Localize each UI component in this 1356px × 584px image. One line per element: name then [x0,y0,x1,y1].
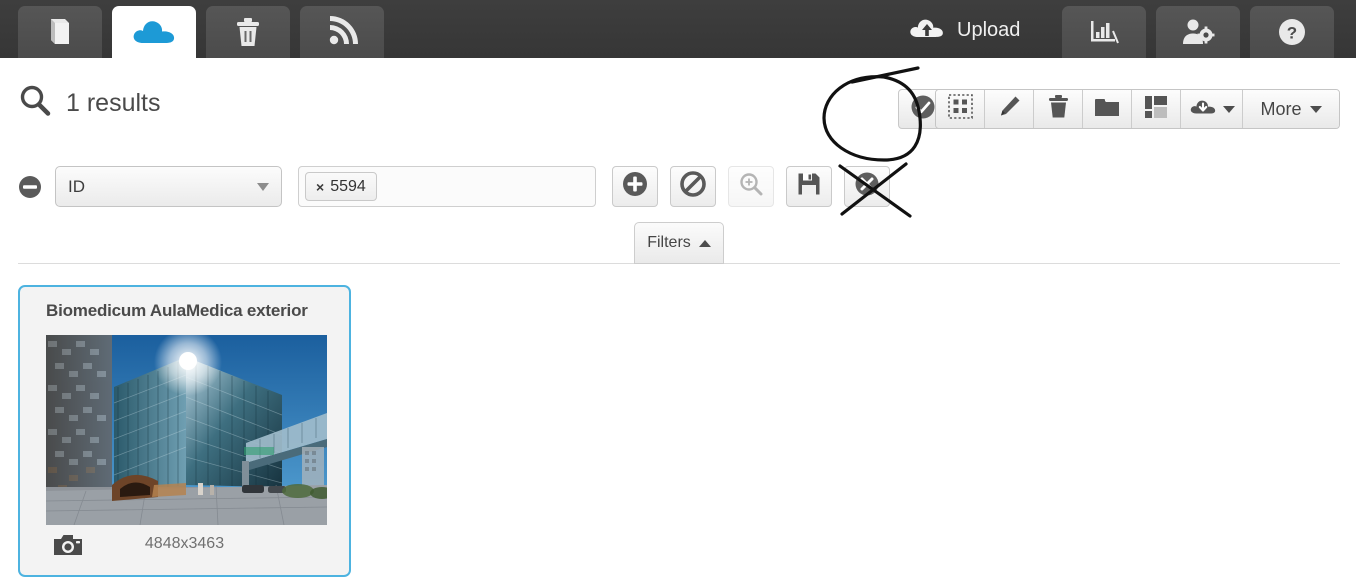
result-dimensions: 4848x3463 [144,535,225,552]
filter-row: ID × 5594 [0,166,1356,214]
more-dropdown[interactable]: More [1243,90,1339,128]
filter-tag-label: 5594 [330,177,366,195]
filter-field-value: ID [68,176,85,196]
stats-tab[interactable] [1062,6,1146,58]
clear-filter-button[interactable] [844,166,890,207]
upload-button[interactable]: Upload [908,14,1020,47]
filters-toggle-tab[interactable]: Filters [634,222,724,264]
save-filter-button[interactable] [786,166,832,207]
filters-tab-label: Filters [647,234,691,251]
book-tab[interactable] [18,6,102,58]
result-card-title: Biomedicum AulaMedica exterior [46,301,308,320]
upload-label: Upload [957,19,1021,41]
rss-icon [326,16,358,48]
add-filter-button[interactable] [612,166,658,207]
ban-circle-icon [680,171,706,202]
results-summary: 1 results [18,84,160,123]
right-tab-group: ? [1062,6,1334,58]
times-circle-icon [854,171,880,202]
plus-circle-icon [622,171,648,202]
cloud-upload-icon [908,14,946,47]
caret-down-icon [1309,105,1322,113]
result-card[interactable]: Biomedicum AulaMedica exterior 4848x3463 [18,285,351,577]
hand-drawn-circle-tail [850,66,920,84]
cloud-download-icon [1189,96,1217,122]
trash-tab[interactable] [206,6,290,58]
results-header-row: 1 results More [0,84,1356,140]
trash-icon [1047,94,1070,124]
users-tab[interactable] [1156,6,1240,58]
layout-button[interactable] [1132,90,1181,128]
cloud-icon [131,17,177,47]
pencil-icon [997,94,1022,124]
caret-up-icon [698,239,711,247]
download-dropdown[interactable] [1181,90,1243,128]
user-settings-icon [1180,17,1216,47]
collage-layout-icon [1144,95,1168,124]
check-circle-icon [910,94,936,125]
filter-tag-chip[interactable]: × 5594 [305,172,377,201]
trash-icon [233,15,263,49]
zoom-search-button[interactable] [728,166,774,207]
result-card-footer: 4848x3463 [20,525,349,575]
select-grid-icon [947,94,973,124]
result-actions-toolbar: More [935,89,1340,129]
result-thumbnail[interactable] [46,335,327,525]
filter-field-select[interactable]: ID [55,166,282,207]
select-all-button[interactable] [936,90,985,128]
bar-chart-icon [1087,17,1121,47]
left-tab-group [18,6,384,58]
top-navigation-bar: Upload ? [0,0,1356,58]
floppy-save-icon [797,172,821,201]
more-label: More [1260,98,1302,119]
block-filter-button[interactable] [670,166,716,207]
caret-down-icon [257,182,269,191]
search-icon [18,84,52,123]
feed-tab[interactable] [300,6,384,58]
folder-icon [1094,96,1120,123]
help-tab[interactable]: ? [1250,6,1334,58]
remove-filter-button[interactable] [18,175,42,199]
filter-value-input[interactable]: × 5594 [298,166,596,207]
minus-circle-icon [18,176,42,203]
svg-text:?: ? [1287,24,1297,43]
cloud-tab[interactable] [112,6,196,58]
book-icon [45,16,75,48]
search-plus-icon [739,172,763,201]
results-count-label: 1 results [66,89,161,117]
caret-down-icon [1222,105,1235,113]
remove-tag-icon[interactable]: × [316,179,324,195]
edit-button[interactable] [985,90,1034,128]
question-circle-icon: ? [1277,17,1307,47]
delete-button[interactable] [1034,90,1083,128]
folder-button[interactable] [1083,90,1132,128]
